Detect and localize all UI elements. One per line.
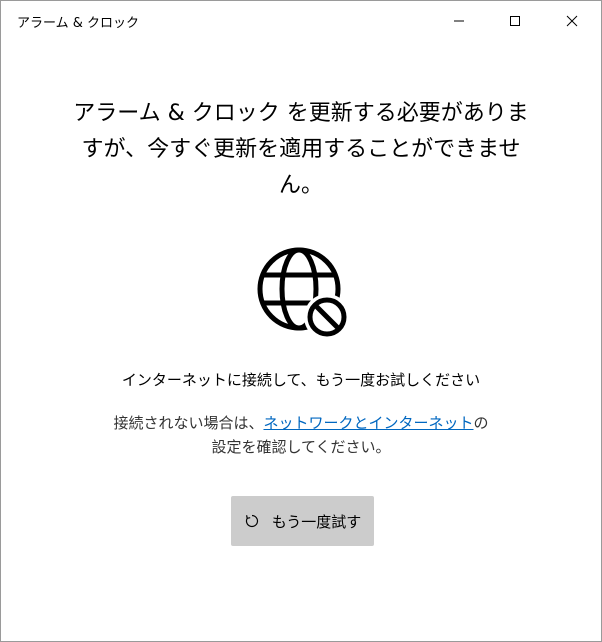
hint-suffix: の [473,414,489,432]
close-icon [566,15,578,27]
globe-blocked-icon [257,247,350,340]
window-title: アラーム & クロック [17,16,140,31]
retry-label: もう一度試す [271,512,362,531]
close-button[interactable] [544,1,600,41]
title-bar[interactable]: アラーム & クロック [1,1,601,41]
maximize-icon [510,16,520,26]
refresh-icon [245,514,258,528]
headline-line: ん。 [278,173,323,198]
app-window: アラーム & クロック アラーム & クロック を更新する必要がありま すが、今… [0,0,602,642]
headline-line: すが、今すぐ更新を適用することができませ [81,137,521,162]
minimize-icon [454,20,464,22]
minimize-button[interactable] [431,1,487,41]
update-headline: アラーム & クロック を更新する必要がありま すが、今すぐ更新を適用することが… [71,96,531,204]
hint-line-2: 設定を確認してください。 [211,438,391,456]
retry-button[interactable]: もう一度試す [231,496,374,546]
hint-prefix: 接続されない場合は、 [113,414,264,432]
network-settings-link[interactable]: ネットワークとインターネット [263,414,473,432]
maximize-button[interactable] [487,1,543,41]
connect-message: インターネットに接続して、もう一度お試しください [121,371,481,389]
network-hint: 接続されない場合は、ネットワークとインターネットの 設定を確認してください。 [1,411,601,459]
headline-line: アラーム & クロック を更新する必要がありま [73,101,529,126]
